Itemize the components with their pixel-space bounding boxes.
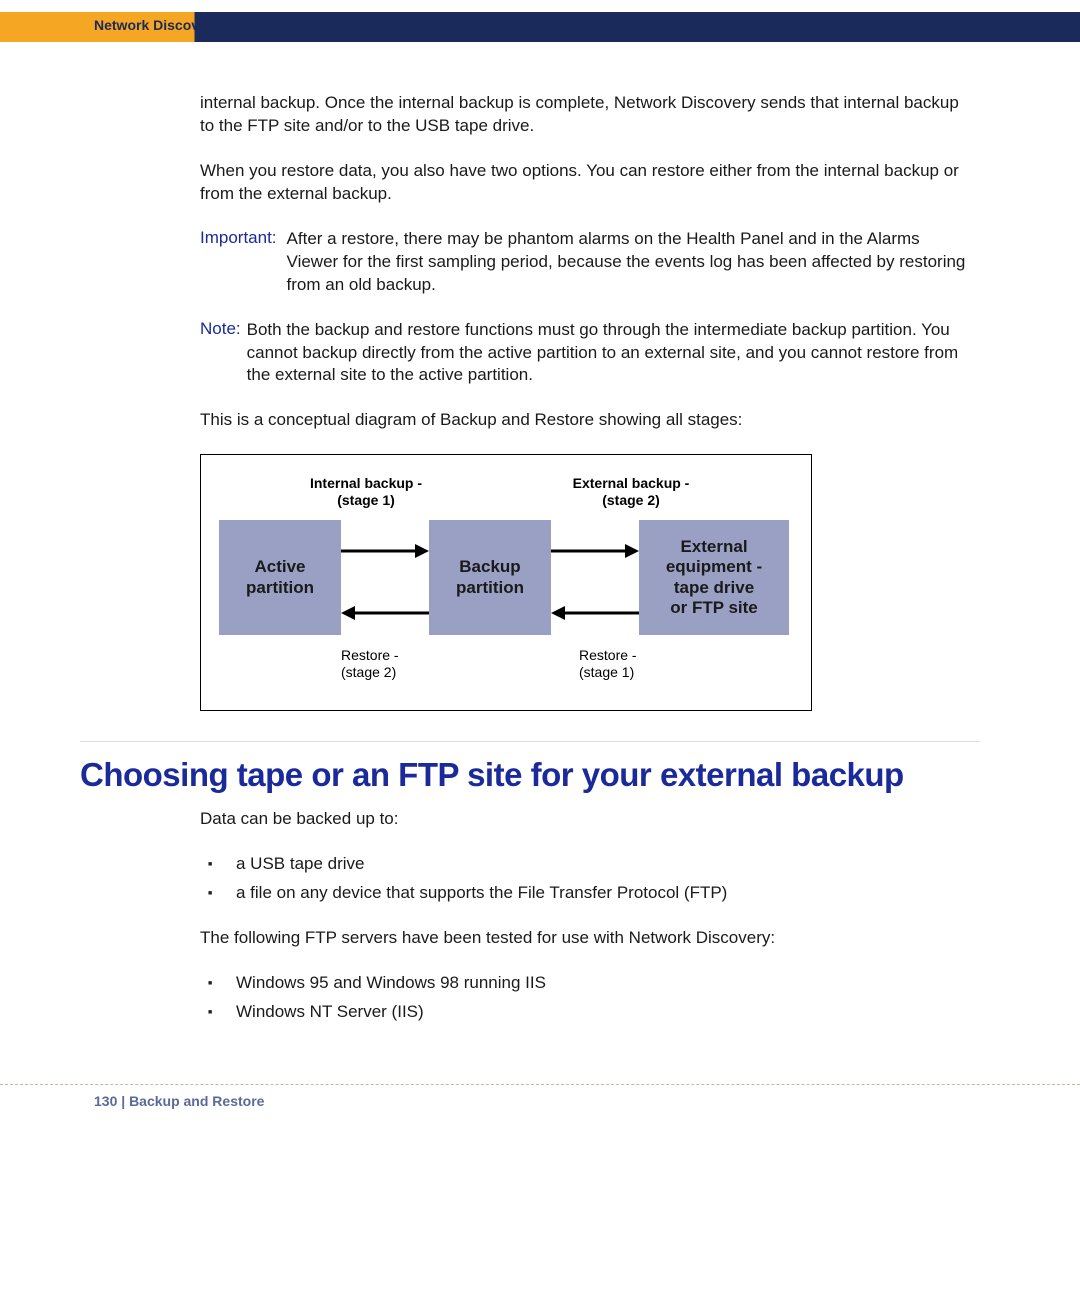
list-item: a USB tape drive (236, 853, 970, 876)
section-heading: Choosing tape or an FTP site for your ex… (80, 756, 970, 794)
important-label: Important: (200, 228, 277, 248)
arrow-right-1-icon (341, 543, 429, 559)
section-divider (80, 741, 980, 742)
diagram-box-external-equipment: Externalequipment -tape driveor FTP site (639, 520, 789, 635)
ftp-servers-intro: The following FTP servers have been test… (200, 927, 970, 950)
diagram-label-restore-stage1: Restore -(stage 1) (579, 647, 669, 681)
paragraph-intro-2: When you restore data, you also have two… (200, 160, 970, 206)
arrow-right-2-icon (551, 543, 639, 559)
diagram-box-active-partition: Activepartition (219, 520, 341, 635)
list-item: Windows 95 and Windows 98 running IIS (236, 972, 970, 995)
callout-note: Note: Both the backup and restore functi… (200, 319, 970, 388)
note-text: Both the backup and restore functions mu… (247, 319, 970, 388)
callout-important: Important: After a restore, there may be… (200, 228, 970, 297)
footer-page-number: 130 (94, 1093, 117, 1109)
arrow-left-2-icon (551, 605, 639, 621)
paragraph-diagram-intro: This is a conceptual diagram of Backup a… (200, 409, 970, 432)
ftp-servers-list: Windows 95 and Windows 98 running IIS Wi… (200, 972, 970, 1024)
diagram-label-restore-stage2: Restore -(stage 2) (341, 647, 431, 681)
list-item: Windows NT Server (IIS) (236, 1001, 970, 1024)
diagram-box-backup-partition: Backuppartition (429, 520, 551, 635)
paragraph-intro-1: internal backup. Once the internal backu… (200, 92, 970, 138)
footer-separator: | (121, 1093, 129, 1109)
footer-divider (0, 1084, 1080, 1085)
backup-restore-diagram: Internal backup -(stage 1) External back… (200, 454, 812, 711)
list-item: a file on any device that supports the F… (236, 882, 970, 905)
page-footer: 130 | Backup and Restore (94, 1093, 1080, 1139)
footer-chapter: Backup and Restore (129, 1093, 264, 1109)
header-product-name: Network Discovery (94, 17, 220, 33)
note-label: Note: (200, 319, 241, 339)
diagram-label-external-backup: External backup -(stage 2) (551, 475, 711, 509)
arrow-left-1-icon (341, 605, 429, 621)
header-bar: Network Discovery (0, 12, 1080, 42)
page-content: internal backup. Once the internal backu… (200, 42, 970, 1024)
important-text: After a restore, there may be phantom al… (287, 228, 970, 297)
backup-target-list: a USB tape drive a file on any device th… (200, 853, 970, 905)
section-intro: Data can be backed up to: (200, 808, 970, 831)
diagram-label-internal-backup: Internal backup -(stage 1) (286, 475, 446, 509)
